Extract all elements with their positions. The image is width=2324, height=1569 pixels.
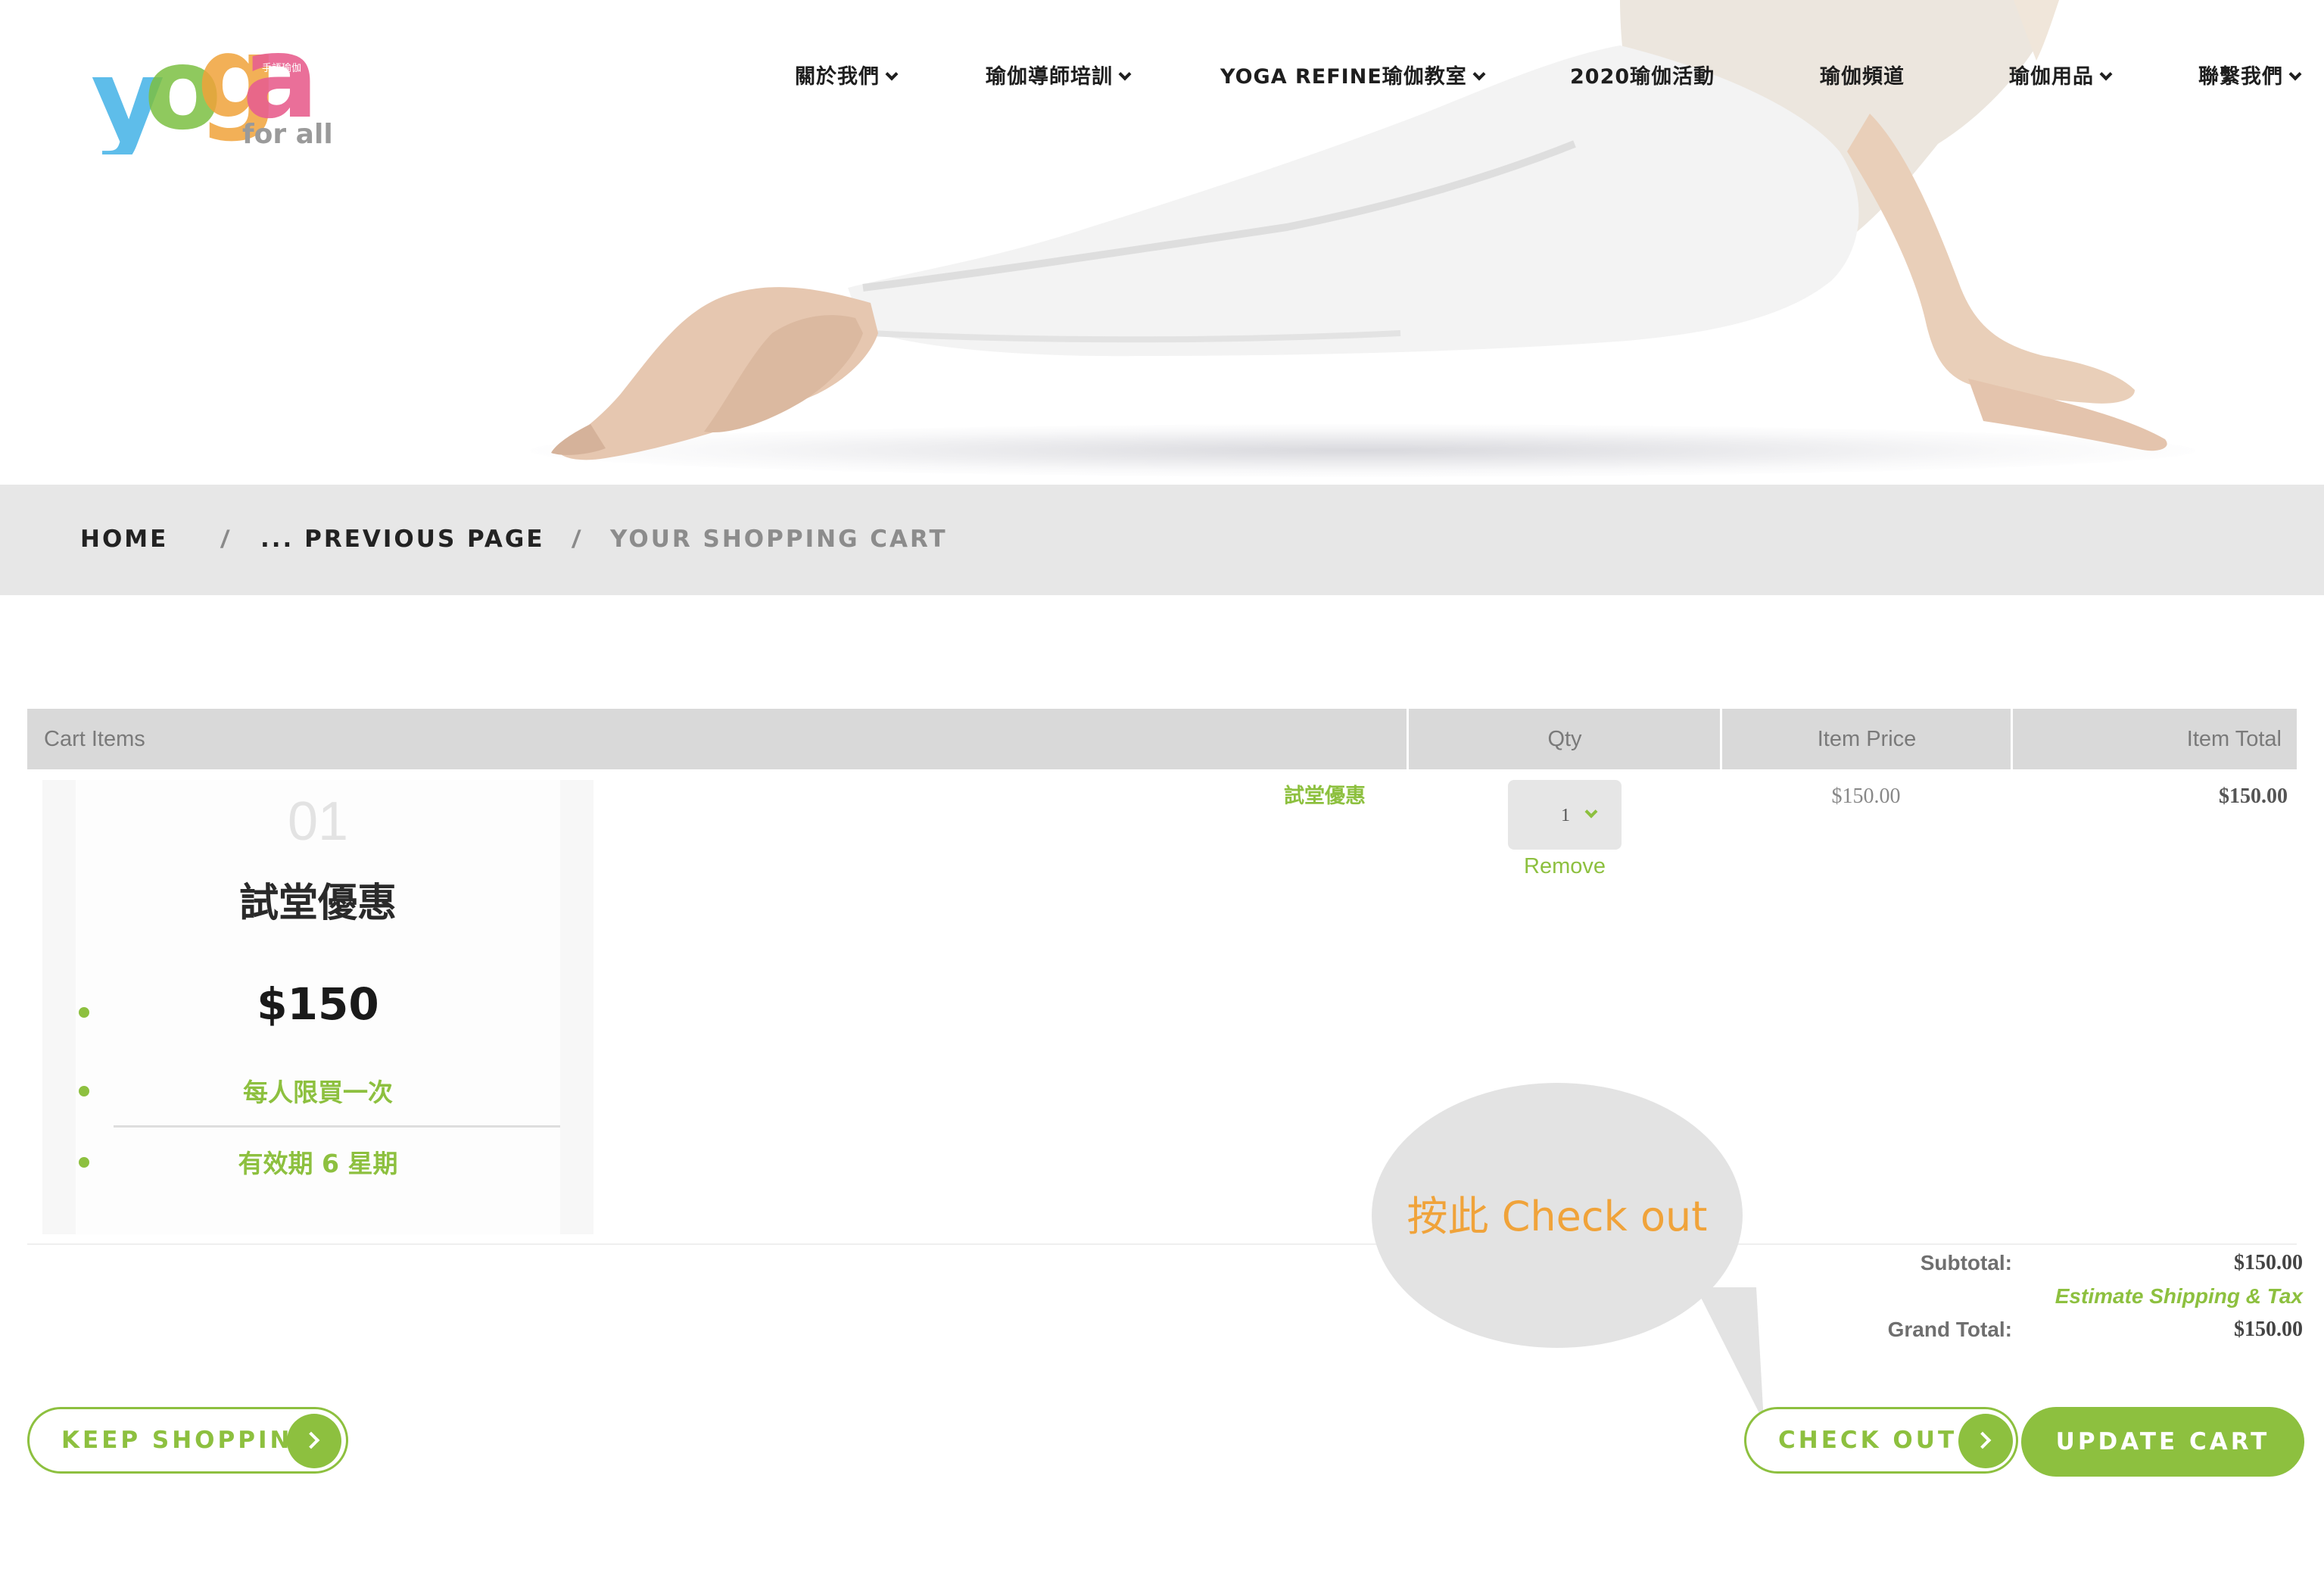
chevron-down-icon — [1584, 805, 1598, 819]
subtotal-label: Subtotal: — [1920, 1251, 2012, 1274]
product-image[interactable]: 01 試堂優惠 $150 每人限買一次 有效期 6 星期 — [42, 780, 593, 1234]
annotation-pointer — [1696, 1287, 1764, 1422]
column-header-item-price: Item Price — [1817, 727, 1917, 751]
breadcrumb-current: YOUR SHOPPING CART — [610, 526, 948, 553]
product-card-limit: 每人限買一次 — [243, 1078, 393, 1107]
column-divider — [2011, 709, 2013, 769]
grand-total-value: $150.00 — [2234, 1318, 2303, 1341]
cart-item-total: $150.00 — [2219, 784, 2288, 808]
check-out-label: CHECK OUT — [1778, 1427, 1958, 1454]
breadcrumb-home[interactable]: HOME — [80, 524, 168, 554]
breadcrumb-previous-page[interactable]: ... PREVIOUS PAGE — [260, 524, 545, 554]
column-header-cart-items: Cart Items — [44, 727, 145, 751]
subtotal-value: $150.00 — [2234, 1251, 2303, 1274]
annotation-text: 按此 Check out — [1407, 1193, 1708, 1240]
bullet-dot — [79, 1157, 89, 1168]
column-header-qty: Qty — [1547, 727, 1582, 751]
product-card-price: $150 — [257, 978, 379, 1030]
cart-table-header: Cart Items Qty Item Price Item Total — [27, 709, 2297, 769]
chevron-down-icon — [2288, 67, 2302, 81]
nav-item-teacher-training[interactable]: 瑜伽導師培訓 — [986, 62, 1132, 92]
column-divider — [1720, 709, 1722, 769]
column-divider — [1407, 709, 1409, 769]
remove-item-link[interactable]: Remove — [1485, 851, 1644, 881]
nav-item-channel[interactable]: 瑜伽頻道 — [1820, 62, 1905, 92]
column-header-item-total: Item Total — [2186, 727, 2282, 751]
product-card-title: 試堂優惠 — [238, 881, 397, 926]
keep-shopping-button[interactable]: KEEP SHOPPING — [27, 1407, 348, 1474]
row-divider — [27, 1243, 2297, 1245]
product-card-divider — [114, 1125, 560, 1128]
estimate-shipping-link[interactable]: Estimate Shipping & Tax — [1938, 1281, 2303, 1312]
breadcrumb: HOME / ... PREVIOUS PAGE / YOUR SHOPPING… — [0, 485, 2324, 595]
quantity-value: 1 — [1561, 806, 1570, 825]
chevron-down-icon — [885, 67, 899, 81]
cart-item-price: $150.00 — [1831, 784, 1901, 808]
nav-item-contact[interactable]: 聯繫我們 — [2198, 62, 2302, 92]
keep-shopping-label: KEEP SHOPPING — [61, 1427, 315, 1454]
quantity-select[interactable]: 1 — [1508, 780, 1622, 850]
cart-item-name[interactable]: 試堂優惠 — [1211, 781, 1438, 812]
product-card-number: 01 — [287, 791, 349, 852]
nav-item-yoga-refine[interactable]: YOGA REFINE瑜伽教室 — [1220, 62, 1486, 92]
product-card-validity: 有效期 6 星期 — [238, 1149, 398, 1178]
grand-total-label: Grand Total: — [1887, 1318, 2012, 1341]
update-cart-button[interactable]: UPDATE CART — [2021, 1407, 2304, 1477]
main-nav: 關於我們 瑜伽導師培訓 YOGA REFINE瑜伽教室 2020瑜伽活動 瑜伽頻… — [0, 62, 2324, 92]
site-header: y o g a for all 手語瑜伽 關於我們 瑜伽導師培訓 YOGA RE… — [0, 0, 2324, 485]
nav-item-products[interactable]: 瑜伽用品 — [2009, 62, 2113, 92]
chevron-down-icon — [1472, 67, 1486, 81]
nav-item-events[interactable]: 2020瑜伽活動 — [1570, 62, 1715, 92]
arrow-right-icon — [287, 1414, 341, 1468]
chevron-down-icon — [1118, 67, 1132, 81]
nav-item-about[interactable]: 關於我們 — [795, 62, 899, 92]
breadcrumb-separator: / — [221, 526, 228, 553]
check-out-button[interactable]: CHECK OUT — [1744, 1407, 2018, 1474]
arrow-right-icon — [1958, 1414, 2013, 1468]
chevron-down-icon — [2099, 67, 2113, 81]
bullet-dot — [79, 1086, 89, 1096]
product-card: 01 試堂優惠 $150 每人限買一次 有效期 6 星期 — [76, 780, 560, 1234]
breadcrumb-separator: / — [572, 526, 579, 553]
bullet-dot — [79, 1007, 89, 1018]
logo-subtitle: for all — [242, 119, 333, 150]
